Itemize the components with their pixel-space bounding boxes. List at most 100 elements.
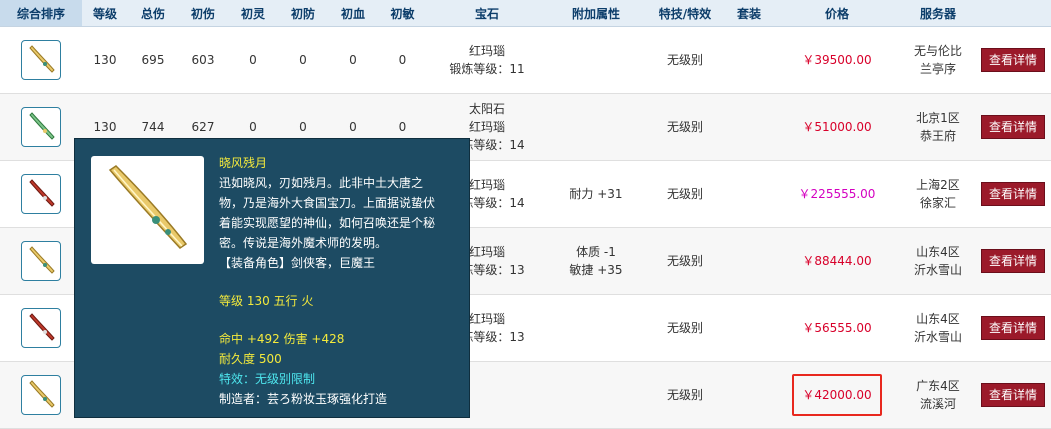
item-thumbnail[interactable] (21, 308, 61, 348)
header-suit: 套装 (725, 0, 773, 27)
cell-server: 广东4区流溪河 (901, 361, 975, 429)
gem-line: 锻炼等级：11 (449, 62, 525, 76)
cell-init-damage: 603 (178, 26, 228, 94)
cell-effect: 无级别 (645, 26, 725, 94)
view-details-button[interactable]: 查看详情 (981, 316, 1045, 340)
cell-server: 无与伦比 兰亭序 (901, 26, 975, 94)
tooltip-text: 晓风残月 迅如晓风，刃如残月。此非中土大唐之 物，乃是海外大食国宝刀。上面据说蛰… (219, 153, 459, 409)
cell-action: 查看详情 (975, 93, 1051, 161)
saber-icon (29, 179, 55, 207)
server-line: 山东4区 (916, 312, 960, 326)
item-tooltip: 晓风残月 迅如晓风，刃如残月。此非中土大唐之 物，乃是海外大食国宝刀。上面据说蛰… (74, 138, 470, 418)
header-init-hp[interactable]: 初血 (328, 0, 378, 27)
cell-price: ￥39500.00 (773, 26, 901, 94)
header-total-damage[interactable]: 总伤 (128, 0, 178, 27)
cell-action: 查看详情 (975, 26, 1051, 94)
item-thumbnail[interactable] (21, 40, 61, 80)
cell-thumb (0, 93, 82, 161)
price-value: ￥225555.00 (798, 187, 876, 201)
tooltip-desc-line: 迅如晓风，刃如残月。此非中土大唐之 (219, 176, 424, 190)
cell-server: 上海2区 徐家汇 (901, 160, 975, 228)
cell-price: ￥88444.00 (773, 227, 901, 295)
cell-effect: 无级别 (645, 294, 725, 362)
cell-price: ￥42000.00 (773, 361, 901, 429)
price-value: ￥42000.00 (802, 388, 872, 402)
tooltip-desc-line: 物，乃是海外大食国宝刀。上面据说蛰伏 (219, 196, 436, 210)
price-value: ￥88444.00 (802, 254, 872, 268)
cell-thumb (0, 294, 82, 362)
cell-action: 查看详情 (975, 294, 1051, 362)
server-line: 山东4区 (916, 245, 960, 259)
server-line: 无与伦比 (913, 44, 962, 58)
cell-action: 查看详情 (975, 160, 1051, 228)
view-details-button[interactable]: 查看详情 (981, 383, 1045, 407)
saber-icon (108, 165, 187, 249)
server-line: 恭王府 (919, 129, 956, 143)
cell-effect: 无级别 (645, 160, 725, 228)
tooltip-weapon-image (91, 156, 204, 264)
cell-thumb (0, 160, 82, 228)
cell-effect: 无级别 (645, 361, 725, 429)
tooltip-stats: 命中 +492 伤害 +428 (219, 332, 345, 346)
header-level[interactable]: 等级 (82, 0, 128, 27)
cell-action: 查看详情 (975, 227, 1051, 295)
tooltip-desc-line: 密。传说是海外魔术师的发明。 (219, 236, 388, 250)
server-line: 广东4区 (916, 379, 960, 393)
header-server: 服务器 (901, 0, 975, 27)
cell-extra-attr (547, 26, 645, 94)
header-init-damage[interactable]: 初伤 (178, 0, 228, 27)
cell-price: ￥225555.00 (773, 160, 901, 228)
tooltip-effect: 特效：无级别限制 (219, 372, 316, 386)
tooltip-durability: 耐久度 500 (219, 352, 282, 366)
cell-thumb (0, 227, 82, 295)
cell-suit (725, 361, 773, 429)
item-thumbnail[interactable] (21, 174, 61, 214)
item-thumbnail[interactable] (21, 241, 61, 281)
header-init-agility[interactable]: 初敏 (378, 0, 427, 27)
cell-extra-attr (547, 93, 645, 161)
server-line: 北京1区 (916, 111, 960, 125)
tooltip-desc-line: 着能实现愿望的神仙，如何召唤还是个秘 (219, 216, 436, 230)
saber-icon (29, 246, 55, 274)
cell-init-spirit: 0 (228, 26, 278, 94)
tooltip-level-element: 等级 130 五行 火 (219, 294, 314, 308)
server-line: 沂水雪山 (913, 263, 962, 277)
header-init-defense[interactable]: 初防 (278, 0, 328, 27)
header-gem: 宝石 (427, 0, 547, 27)
view-details-button[interactable]: 查看详情 (981, 48, 1045, 72)
attr-line: 耐力 +31 (569, 187, 623, 201)
price-value: ￥39500.00 (802, 53, 872, 67)
header-extra-attr: 附加属性 (547, 0, 645, 27)
cell-effect: 无级别 (645, 227, 725, 295)
saber-icon (29, 313, 55, 341)
cell-server: 北京1区恭王府 (901, 93, 975, 161)
cell-total-damage: 695 (128, 26, 178, 94)
cell-init-agility: 0 (378, 26, 427, 94)
cell-thumb (0, 26, 82, 94)
item-thumbnail[interactable] (21, 107, 61, 147)
sort-comprehensive[interactable]: 综合排序 (0, 0, 82, 27)
header-action (975, 0, 1051, 27)
cell-suit (725, 26, 773, 94)
cell-action: 查看详情 (975, 361, 1051, 429)
header-price[interactable]: 价格 (773, 0, 901, 27)
price-value: ￥56555.00 (802, 321, 872, 335)
cell-price: ￥51000.00 (773, 93, 901, 161)
cell-gem: 红玛瑙锻炼等级：11 (427, 26, 547, 94)
cell-server: 山东4区 沂水雪山 (901, 294, 975, 362)
cell-extra-attr: 耐力 +31 (547, 160, 645, 228)
server-line: 流溪河 (919, 397, 956, 411)
view-details-button[interactable]: 查看详情 (981, 249, 1045, 273)
saber-icon (29, 380, 55, 408)
view-details-button[interactable]: 查看详情 (981, 115, 1045, 139)
cell-suit (725, 93, 773, 161)
item-thumbnail[interactable] (21, 375, 61, 415)
cell-extra-attr: 体质 -1 敏捷 +35 (547, 227, 645, 295)
attr-line: 敏捷 +35 (569, 263, 623, 277)
tooltip-maker: 制造者：芸ろ粉妆玉琢强化打造 (219, 392, 388, 406)
gem-line: 红玛瑙 (468, 44, 505, 58)
view-details-button[interactable]: 查看详情 (981, 182, 1045, 206)
table-header: 综合排序 等级 总伤 初伤 初灵 初防 初血 初敏 宝石 附加属性 特技/特效 … (0, 0, 1051, 27)
cell-server: 山东4区沂水雪山 (901, 227, 975, 295)
header-init-spirit[interactable]: 初灵 (228, 0, 278, 27)
